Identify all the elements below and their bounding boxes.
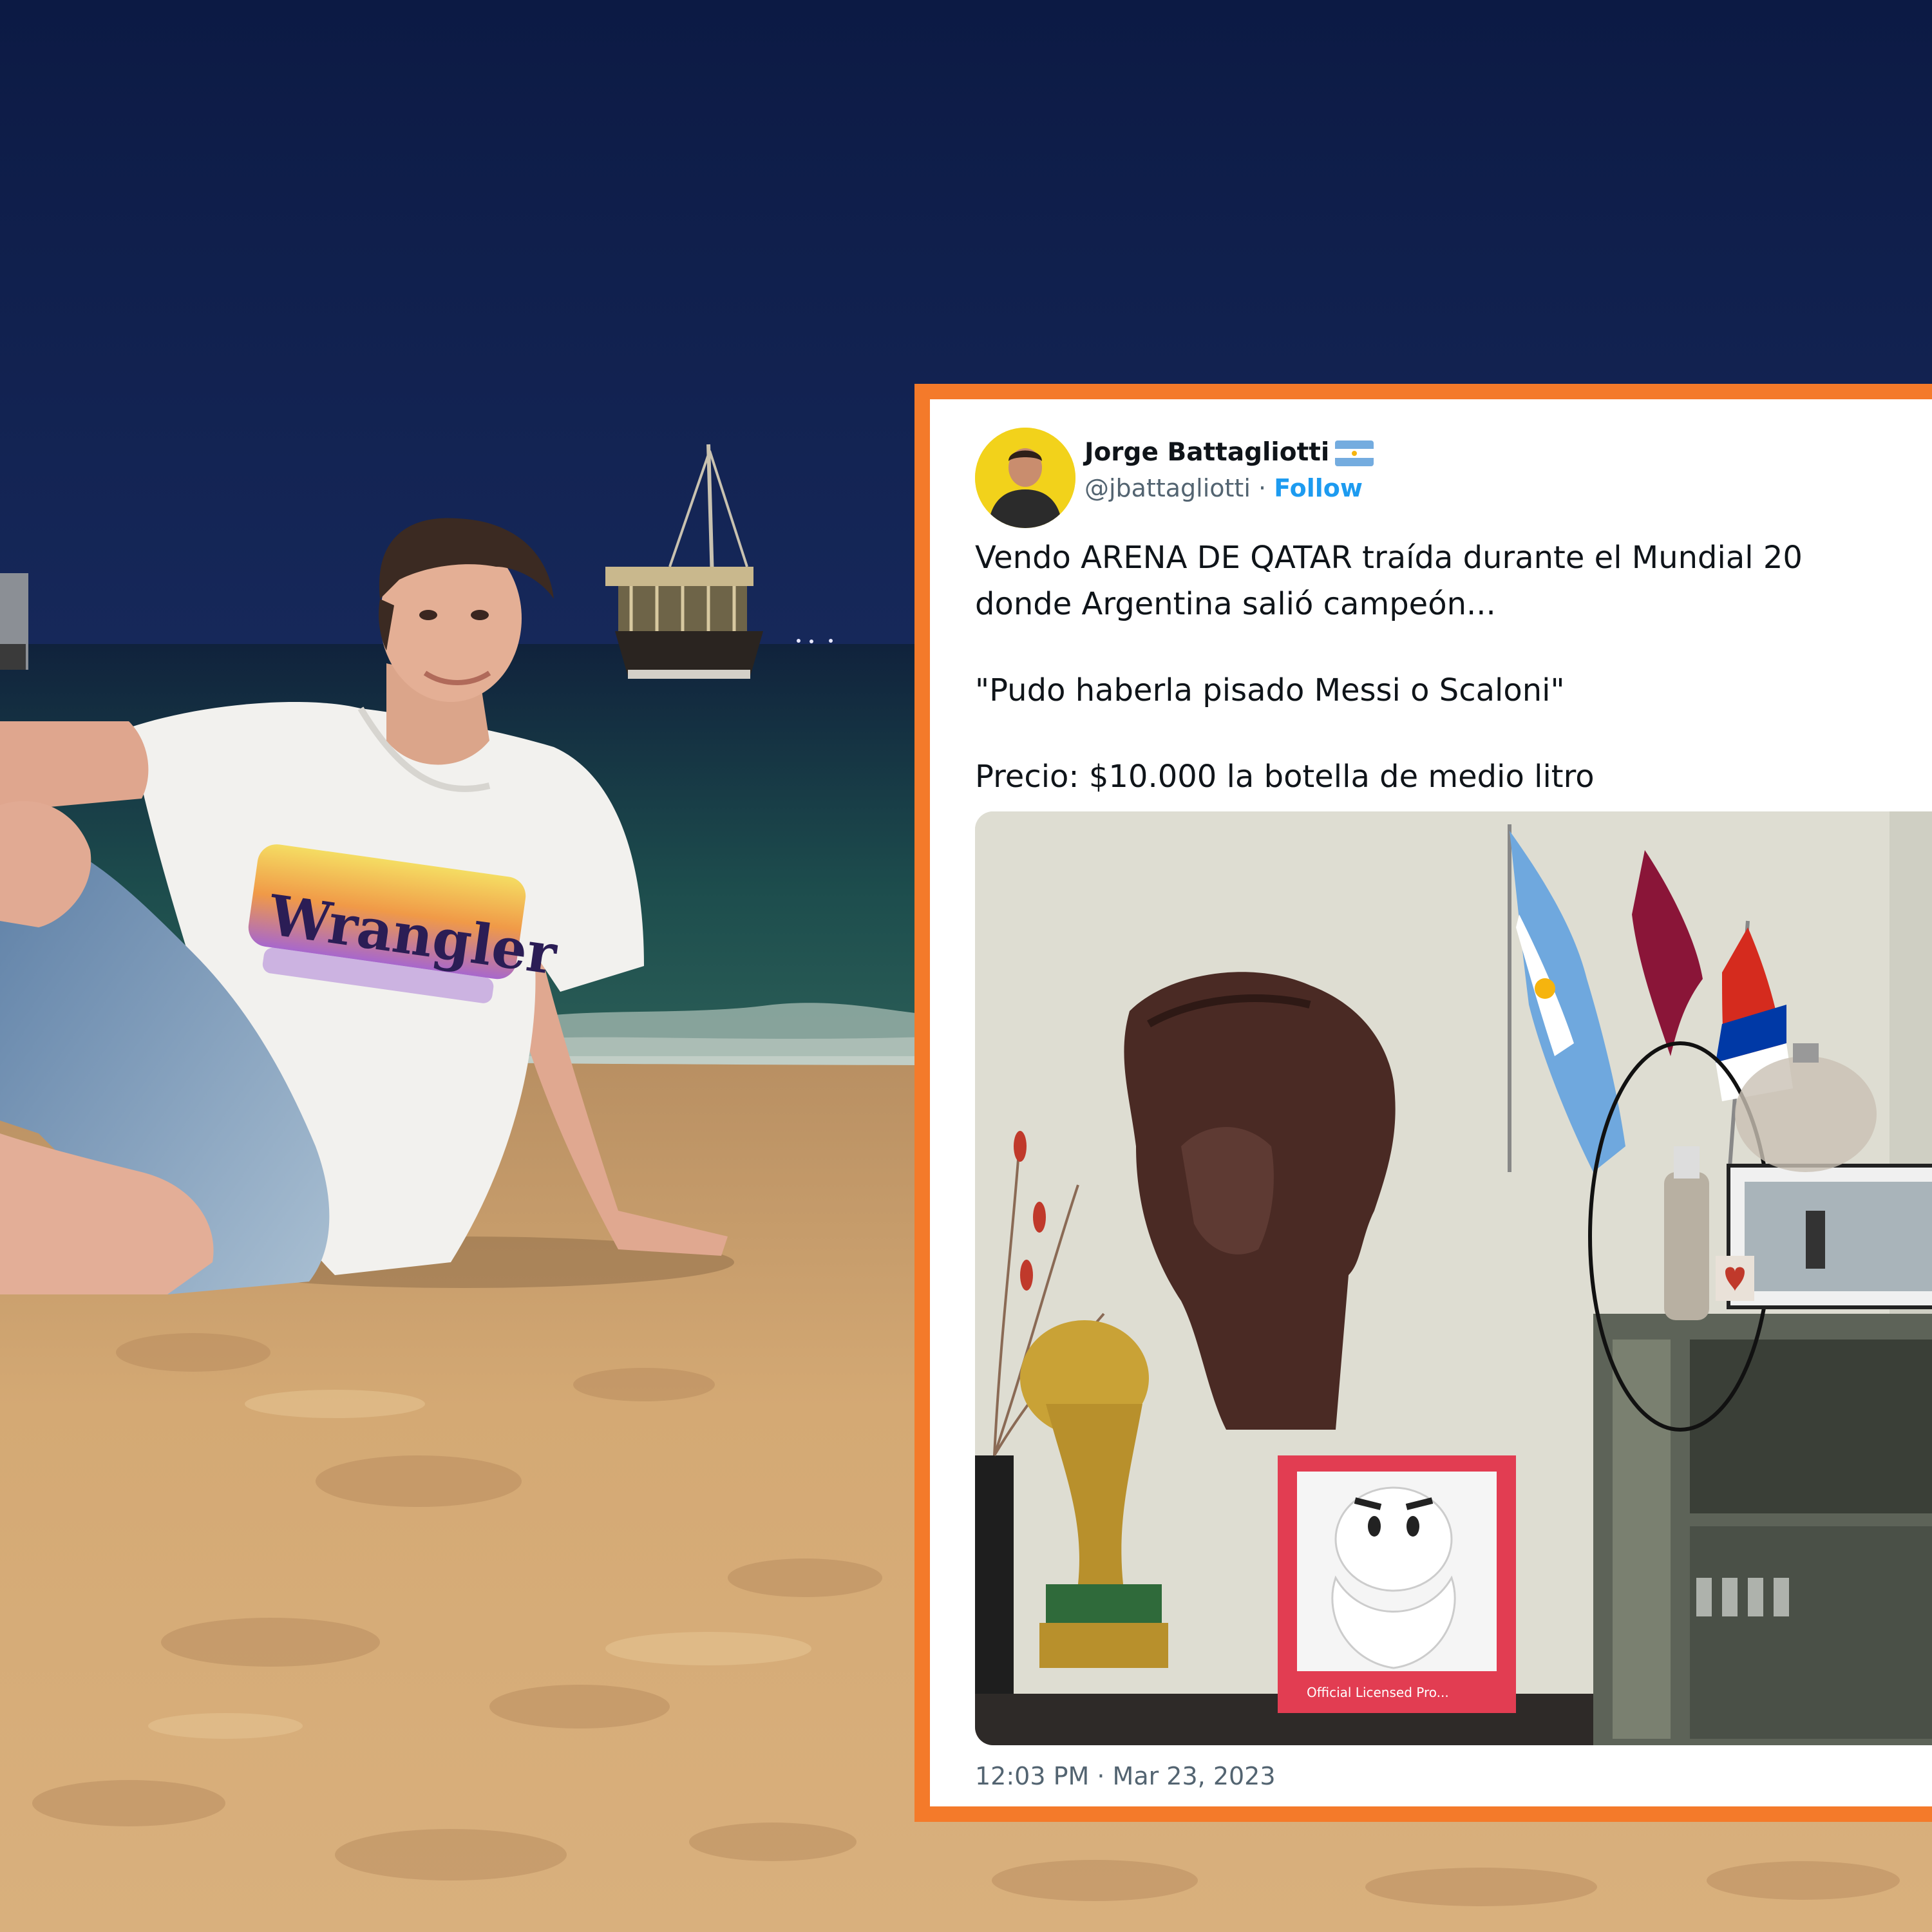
- separator: ·: [1258, 474, 1267, 502]
- tweet-line: Vendo ARENA DE QATAR traída durante el M…: [975, 540, 1803, 576]
- tweet-text: Vendo ARENA DE QATAR traída durante el M…: [975, 535, 1932, 800]
- box-label: Official Licensed Pro...: [1307, 1685, 1449, 1700]
- tweet-media-image[interactable]: Official Licensed Pro...: [975, 811, 1932, 1745]
- tweet-quote: "Pudo haberla pisado Messi o Scaloni": [975, 672, 1565, 708]
- tweet-timestamp[interactable]: 12:03 PM · Mar 23, 2023: [975, 1762, 1276, 1790]
- display-name[interactable]: Jorge Battagliotti: [1084, 438, 1329, 467]
- handle[interactable]: @jbattagliotti: [1084, 474, 1251, 502]
- argentina-flag-icon: [1335, 440, 1374, 466]
- follow-button[interactable]: Follow: [1274, 474, 1363, 502]
- tweet-line: donde Argentina salió campeón...: [975, 586, 1496, 622]
- tweet-card: Jorge Battagliotti @jbattagliotti · Foll…: [914, 384, 1932, 1822]
- tweet-price: Precio: $10.000 la botella de medio litr…: [975, 759, 1595, 795]
- handle-row: @jbattagliotti · Follow: [1084, 474, 1363, 502]
- avatar[interactable]: [975, 428, 1075, 528]
